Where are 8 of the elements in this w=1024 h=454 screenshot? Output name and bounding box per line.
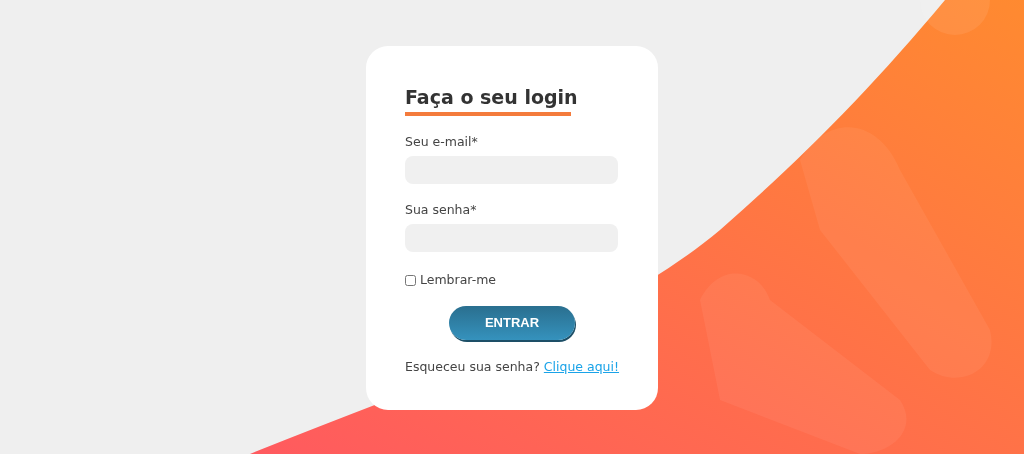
forgot-text: Esqueceu sua senha? [405,357,540,376]
remember-checkbox[interactable] [405,274,416,286]
login-title: Faça o seu login [405,85,578,110]
submit-button[interactable]: ENTRAR [449,305,575,340]
forgot-link[interactable]: Clique aqui! [543,357,620,377]
remember-label: Lembrar-me [420,271,497,289]
field-label: Seu e-mail* [405,134,479,150]
field-label: Sua senha* [405,202,478,218]
